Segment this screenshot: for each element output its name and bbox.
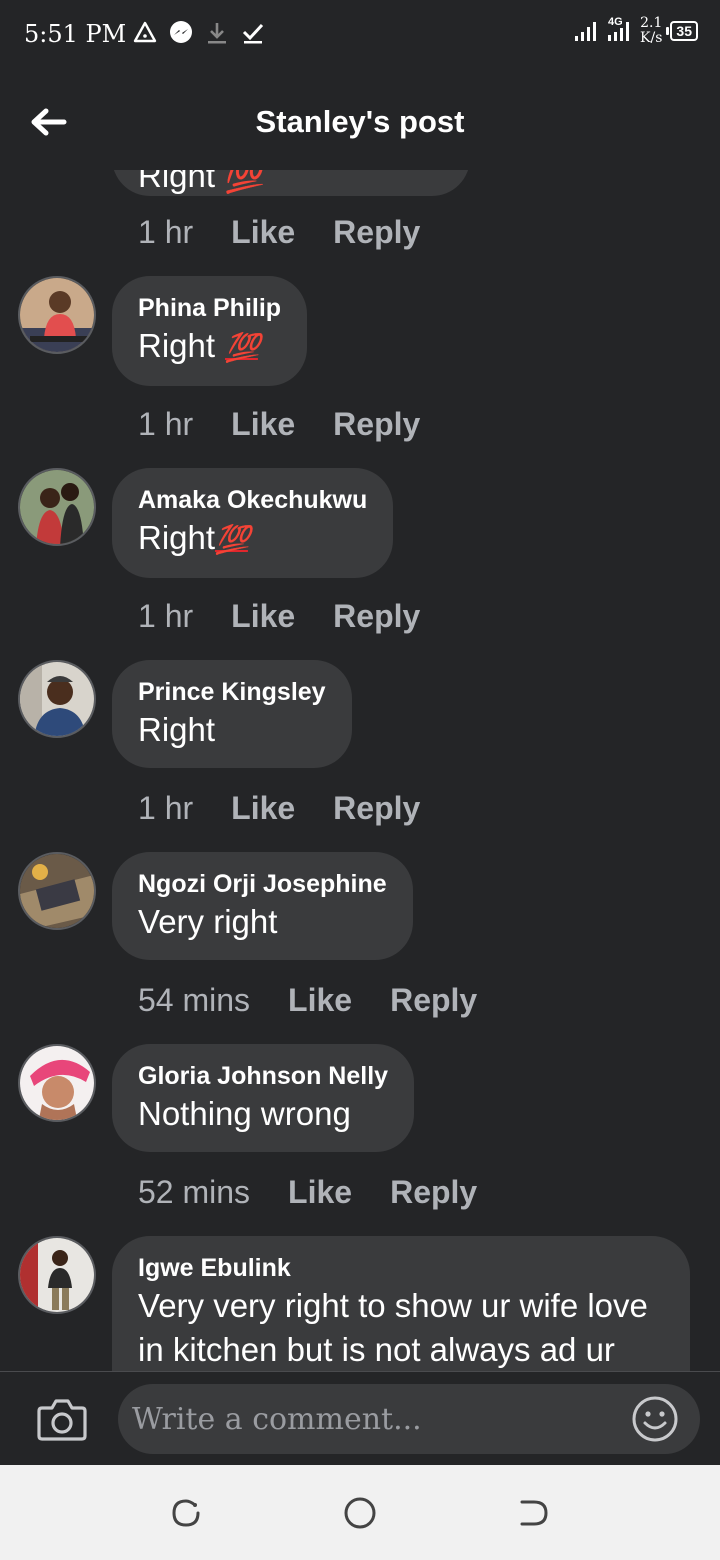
- comment-bubble: Gloria Johnson Nelly Nothing wrong: [112, 1044, 415, 1152]
- reply-button[interactable]: Reply: [390, 1174, 477, 1211]
- comment-text: Right 💯: [138, 170, 266, 194]
- hundred-points-emoji: 💯: [215, 524, 250, 555]
- network-speed: 2.1 K/s: [640, 16, 662, 46]
- messenger-icon: [170, 21, 192, 43]
- like-button[interactable]: Like: [231, 406, 295, 443]
- camera-icon[interactable]: [36, 1396, 88, 1442]
- comment-bubble: Right 💯: [112, 170, 470, 196]
- status-bar: 5:51 PM 4G 2.1 K/s 35: [0, 0, 720, 72]
- avatar[interactable]: [18, 660, 96, 738]
- check-icon: [242, 23, 264, 44]
- status-time: 5:51 PM: [24, 20, 127, 48]
- comment-text: Very right: [138, 903, 278, 940]
- avatar[interactable]: [18, 852, 96, 930]
- comment-author[interactable]: Phina Philip: [138, 292, 281, 324]
- reply-button[interactable]: Reply: [333, 790, 420, 827]
- avatar[interactable]: [18, 276, 96, 354]
- comment-bubble: Phina Philip Right 💯: [112, 276, 308, 386]
- notification-icons: [132, 20, 266, 46]
- comment-input[interactable]: [118, 1384, 700, 1454]
- speed-value: 2.1: [640, 15, 663, 31]
- comment-actions: 1 hr Like Reply: [138, 598, 420, 635]
- comment-time: 1 hr: [138, 790, 194, 826]
- comment-author[interactable]: Prince Kingsley: [138, 676, 326, 708]
- battery-level: 35: [666, 21, 698, 41]
- reply-button[interactable]: Reply: [333, 214, 420, 251]
- comment-actions: 1 hr Like Reply: [138, 790, 420, 827]
- like-button[interactable]: Like: [231, 214, 295, 251]
- comment-text: Right: [138, 711, 216, 748]
- like-button[interactable]: Like: [231, 790, 295, 827]
- download-icon: [208, 23, 226, 44]
- comment-actions: 54 mins Like Reply: [138, 982, 477, 1019]
- comment-text-value: Right: [138, 327, 216, 364]
- recents-icon[interactable]: [166, 1493, 206, 1533]
- post-header: Stanley's post: [0, 72, 720, 170]
- home-icon[interactable]: [340, 1493, 380, 1533]
- comment-time: 1 hr: [138, 406, 194, 442]
- comment-author[interactable]: Igwe Ebulink: [138, 1252, 664, 1284]
- comment-text: Nothing wrong: [138, 1095, 351, 1132]
- comment-actions: 52 mins Like Reply: [138, 1174, 477, 1211]
- system-nav-bar: [0, 1465, 720, 1560]
- smiley-icon[interactable]: [630, 1394, 680, 1444]
- comment-bubble: Prince Kingsley Right: [112, 660, 352, 768]
- comment-actions: 1 hr Like Reply: [138, 406, 420, 443]
- avatar[interactable]: [18, 1044, 96, 1122]
- comment-bubble: Ngozi Orji Josephine Very right: [112, 852, 413, 960]
- like-button[interactable]: Like: [288, 982, 352, 1019]
- hundred-points-emoji: 💯: [225, 332, 260, 363]
- avatar[interactable]: [18, 468, 96, 546]
- comment-composer: [0, 1371, 720, 1465]
- signal-icon: [575, 22, 597, 41]
- comment-author[interactable]: Ngozi Orji Josephine: [138, 868, 387, 900]
- signal-4g-icon: 4G: [606, 16, 632, 44]
- reply-button[interactable]: Reply: [333, 598, 420, 635]
- comments-list[interactable]: Right 💯 1 hr Like Reply Phina Philip Rig…: [0, 170, 720, 1371]
- comment-bubble: Amaka Okechukwu Right💯: [112, 468, 394, 578]
- like-button[interactable]: Like: [288, 1174, 352, 1211]
- avatar[interactable]: [18, 1236, 96, 1314]
- comment-author[interactable]: Amaka Okechukwu: [138, 484, 367, 516]
- comment-author[interactable]: Gloria Johnson Nelly: [138, 1060, 388, 1092]
- comment-text: Right💯: [138, 516, 367, 562]
- comment-bubble: Igwe Ebulink Very very right to show ur …: [112, 1236, 690, 1371]
- comment-text: Very very right to show ur wife love in …: [138, 1287, 648, 1368]
- comment-actions: 1 hr Like Reply: [138, 214, 420, 251]
- like-button[interactable]: Like: [231, 598, 295, 635]
- comment-time: 52 mins: [138, 1174, 251, 1210]
- reply-button[interactable]: Reply: [390, 982, 477, 1019]
- comment-time: 1 hr: [138, 214, 194, 250]
- comment-time: 54 mins: [138, 982, 251, 1018]
- back-icon[interactable]: [514, 1493, 554, 1533]
- page-title: Stanley's post: [255, 104, 465, 139]
- comment-time: 1 hr: [138, 598, 194, 634]
- comment-text: Right 💯: [138, 324, 281, 370]
- reply-button[interactable]: Reply: [333, 406, 420, 443]
- status-right: 4G 2.1 K/s 35: [574, 16, 698, 46]
- speed-unit: K/s: [640, 30, 663, 46]
- alert-triangle-icon: [133, 21, 157, 43]
- comment-text-value: Right: [138, 519, 216, 556]
